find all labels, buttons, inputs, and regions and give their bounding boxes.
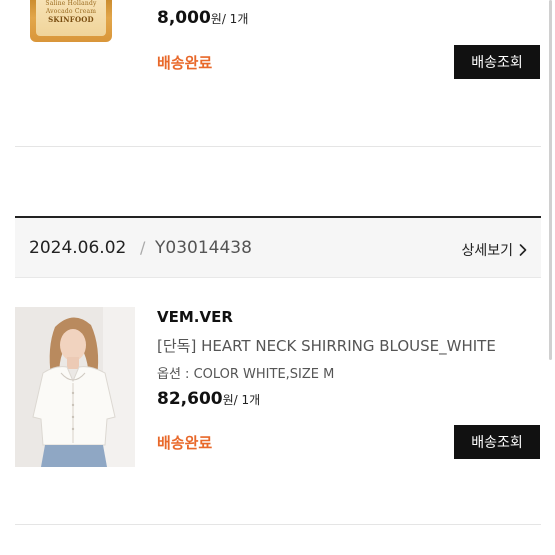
order-history-page: Saline Hollandy Avocado Cream SKINFOOD 8… — [0, 0, 555, 555]
jar-label-brand: SKINFOOD — [48, 15, 94, 24]
order-date: 2024.06.02 — [29, 238, 127, 258]
jar-label: Saline Hollandy Avocado Cream SKINFOOD — [36, 0, 106, 36]
track-delivery-button[interactable]: 배송조회 — [454, 45, 540, 79]
price-unit: 원/ 1개 — [222, 393, 261, 407]
divider — [15, 524, 541, 525]
order-header: 2024.06.02 / Y03014438 상세보기 — [15, 218, 541, 278]
jar-label-line1: Saline Hollandy — [45, 0, 97, 7]
detail-link-label: 상세보기 — [461, 243, 513, 259]
product-price: 82,600원/ 1개 — [157, 389, 260, 409]
blouse-photo — [15, 307, 135, 467]
product-thumbnail-blouse[interactable] — [15, 307, 135, 467]
divider — [15, 146, 541, 147]
product-price: 8,000원/ 1개 — [157, 8, 248, 28]
product-thumbnail-avocado-cream[interactable]: Saline Hollandy Avocado Cream SKINFOOD — [30, 0, 112, 42]
delivery-status: 배송완료 — [157, 54, 213, 72]
product-name[interactable]: [단독] HEART NECK SHIRRING BLOUSE_WHITE — [157, 335, 496, 356]
product-option: 옵션 : COLOR WHITE,SIZE M — [157, 367, 335, 382]
price-unit: 원/ 1개 — [210, 12, 249, 26]
order-number: Y03014438 — [155, 238, 252, 258]
order-detail-link[interactable]: 상세보기 — [461, 240, 527, 260]
order-separator: / — [140, 238, 146, 257]
price-value: 82,600 — [157, 389, 223, 409]
delivery-status: 배송완료 — [157, 434, 213, 452]
chevron-right-icon — [519, 244, 527, 256]
product-brand: VEM.VER — [157, 308, 233, 326]
track-delivery-button[interactable]: 배송조회 — [454, 425, 540, 459]
scrollbar[interactable] — [549, 0, 552, 360]
price-value: 8,000 — [157, 8, 211, 28]
